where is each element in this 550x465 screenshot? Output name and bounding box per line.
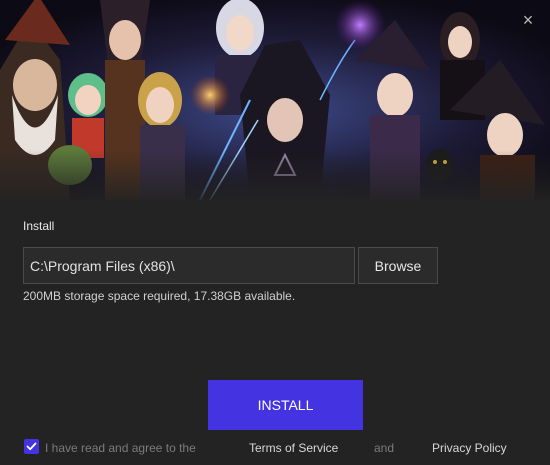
- agree-checkbox[interactable]: [24, 439, 39, 454]
- browse-button[interactable]: Browse: [358, 247, 438, 284]
- checkmark-icon: [26, 442, 37, 451]
- banner-artwork: ×: [0, 0, 550, 200]
- and-text: and: [374, 441, 395, 455]
- terms-of-service-link[interactable]: Terms of Service: [249, 441, 338, 455]
- storage-info-text: 200MB storage space required, 17.38GB av…: [23, 289, 296, 303]
- close-icon[interactable]: ×: [518, 10, 538, 30]
- install-section-label: Install: [23, 219, 55, 233]
- install-path-input[interactable]: [23, 247, 355, 284]
- agree-text: I have read and agree to the: [45, 441, 196, 455]
- install-button[interactable]: INSTALL: [208, 380, 363, 430]
- privacy-policy-link[interactable]: Privacy Policy: [432, 441, 507, 455]
- banner-illustration: [0, 0, 550, 200]
- agreement-row: I have read and agree to the Terms of Se…: [0, 438, 550, 458]
